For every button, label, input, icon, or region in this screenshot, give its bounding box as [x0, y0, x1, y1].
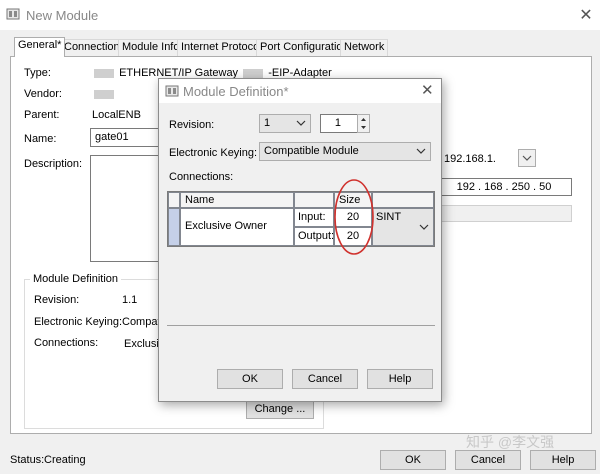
vendor-value [92, 88, 116, 100]
ok-button[interactable]: OK [380, 450, 446, 470]
ip-address-field[interactable]: 192 . 168 . 250 . 50 [436, 178, 572, 196]
dialog-ok-button[interactable]: OK [217, 369, 283, 389]
module-definition-title: Module Definition [30, 273, 121, 285]
vendor-label: Vendor: [24, 88, 62, 100]
tab-connection[interactable]: Connection [60, 39, 124, 56]
revision-minor-input[interactable]: 1 [320, 114, 358, 133]
column-header-type [372, 192, 434, 208]
type-label: Type: [24, 67, 51, 79]
dialog-keying-label: Electronic Keying: [169, 147, 258, 159]
tab-general[interactable]: General* [14, 37, 66, 57]
revision-value: 1.1 [122, 294, 138, 306]
column-header-blank [294, 192, 334, 208]
column-header-name[interactable]: Name [180, 192, 294, 208]
keying-select[interactable]: Compatible Module [259, 142, 431, 161]
tab-network[interactable]: Network [340, 39, 389, 56]
redacted-block [243, 68, 264, 78]
name-label: Name: [24, 133, 57, 145]
module-icon [165, 85, 179, 97]
redacted-block [94, 68, 114, 78]
chevron-down-icon [416, 148, 426, 154]
status-label: Status: [10, 454, 45, 466]
revision-major-select[interactable]: 1 [259, 114, 311, 133]
dialog-title-bar: Module Definition* ✕ [159, 79, 441, 103]
ip-prefix: 192.168.1. [444, 153, 496, 165]
connections-label: Connections: [34, 337, 99, 349]
spinner-arrows-icon [361, 118, 366, 129]
name-input[interactable]: gate01 [90, 128, 162, 147]
connection-name-cell[interactable]: Exclusive Owner [180, 208, 294, 246]
dialog-connections-label: Connections: [169, 171, 234, 183]
annotation-ellipse [334, 179, 374, 255]
chevron-down-icon [419, 224, 429, 230]
change-button[interactable]: Change ... [246, 399, 314, 419]
disabled-field [436, 205, 572, 222]
grid-corner-header [168, 192, 180, 208]
chevron-down-icon [522, 155, 532, 161]
row-selector[interactable] [168, 208, 180, 246]
chevron-down-icon [296, 120, 306, 126]
dialog-separator [167, 325, 435, 326]
input-label-cell: Input: [294, 208, 334, 227]
dialog-revision-label: Revision: [169, 119, 215, 131]
close-icon[interactable]: ✕ [421, 81, 434, 99]
watermark: 知乎 @李文强 [466, 434, 555, 450]
revision-minor-spinner[interactable] [357, 114, 370, 133]
dialog-title: Module Definition* [183, 84, 289, 99]
window-title: New Module [26, 8, 99, 23]
cancel-button[interactable]: Cancel [455, 450, 521, 470]
module-definition-dialog: Module Definition* ✕ Revision: 1 1 Elect… [158, 78, 442, 402]
parent-label: Parent: [24, 109, 60, 121]
help-button[interactable]: Help [530, 450, 596, 470]
tab-internet-protocol[interactable]: Internet Protocol [177, 39, 266, 56]
data-type-select[interactable]: SINT [372, 208, 434, 246]
module-icon [6, 8, 20, 20]
description-textarea[interactable] [90, 155, 162, 262]
dialog-help-button[interactable]: Help [367, 369, 433, 389]
parent-value: LocalENB [92, 109, 141, 121]
tab-port-configuration[interactable]: Port Configuration [256, 39, 353, 56]
keying-label: Electronic Keying: [34, 316, 123, 328]
ip-host-spinner[interactable] [518, 149, 536, 167]
title-bar: New Module ✕ [0, 0, 600, 30]
close-icon[interactable]: ✕ [578, 5, 594, 25]
redacted-block [94, 89, 114, 99]
dialog-cancel-button[interactable]: Cancel [292, 369, 358, 389]
description-label: Description: [24, 158, 83, 170]
status-value: Creating [44, 454, 86, 466]
tab-module-info[interactable]: Module Info [118, 39, 184, 56]
revision-label: Revision: [34, 294, 80, 306]
output-label-cell: Output: [294, 227, 334, 246]
